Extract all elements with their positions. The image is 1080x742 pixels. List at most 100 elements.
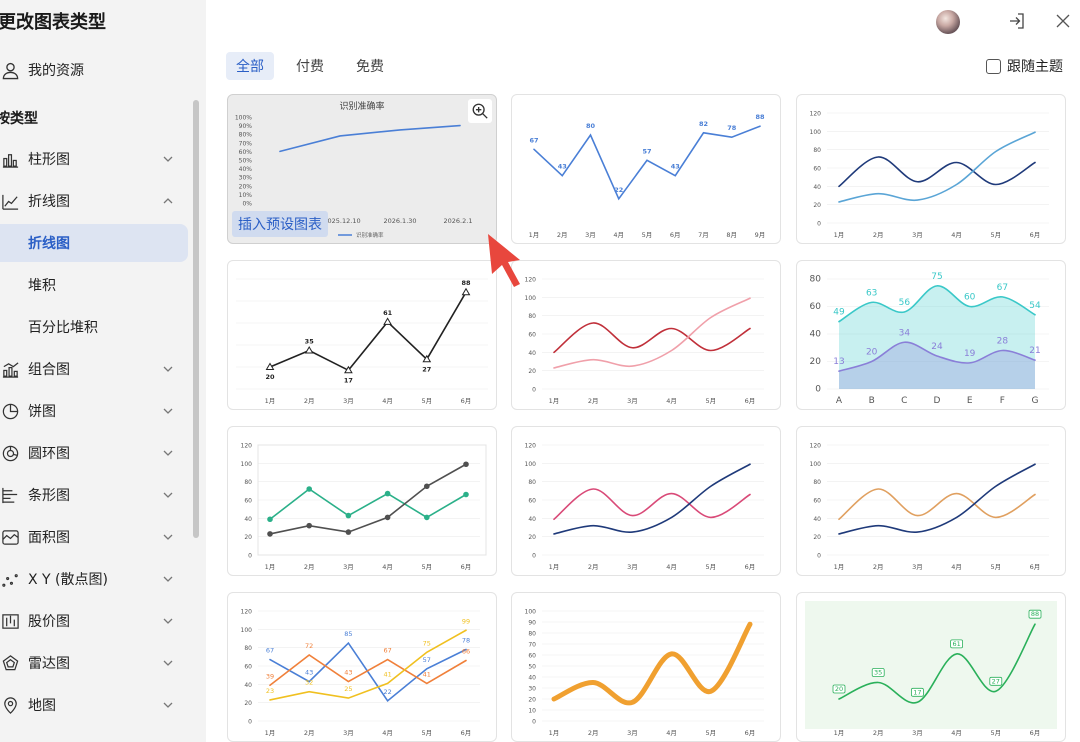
x-tick-label: 4月 xyxy=(382,397,393,405)
follow-theme-label: 跟随主题 xyxy=(1007,59,1063,75)
chart-template-card[interactable]: 100 90 80 70 60 50 40 30 20 10 0 1月 2月 3月 4月 5月 6月 xyxy=(511,592,781,742)
avatar[interactable] xyxy=(936,10,960,34)
sidebar-category-map-pin[interactable]: 地图 xyxy=(0,687,188,723)
x-tick-label: 7月 xyxy=(698,231,709,239)
chart-template-card[interactable]: 120 100 80 60 40 20 0 1月 2月 3月 4月 5月 6月 67 43 85 22 57 78 3… xyxy=(227,592,497,742)
x-tick-label: 2月 xyxy=(873,563,884,571)
zoom-in-icon[interactable] xyxy=(468,99,492,123)
x-tick-label: 3月 xyxy=(912,563,923,571)
data-label: 28 xyxy=(997,337,1009,347)
chart-template-card[interactable]: 120 100 80 60 40 20 0 1月 2月 3月 4月 5月 6月 xyxy=(796,94,1066,244)
chevron-down-icon[interactable] xyxy=(162,531,174,543)
chart-template-card[interactable]: 1月 2月 3月 4月 5月 6月 20 35 17 61 27 88 xyxy=(796,592,1066,742)
sidebar-category-combo-chart[interactable]: 组合图 xyxy=(0,351,188,387)
y-tick-label: 20 xyxy=(810,357,822,367)
chevron-up-icon[interactable] xyxy=(162,195,174,207)
sidebar-category-donut-chart[interactable]: 圆环图 xyxy=(0,435,188,471)
x-tick-label: 2月 xyxy=(304,729,315,737)
y-tick-label: 60 xyxy=(244,498,252,505)
sidebar-category-stock-chart[interactable]: 股价图 xyxy=(0,603,188,639)
sidebar-scrollbar[interactable] xyxy=(193,100,199,538)
data-point xyxy=(461,287,471,296)
follow-theme-toggle[interactable]: 跟随主题 xyxy=(986,56,1063,76)
data-label: 61 xyxy=(383,309,393,317)
sidebar: 更改图表类型 我的资源 按类型 柱形图 折线图 折线图 堆积 百分比堆积 组合图 饼图 圆环图… xyxy=(0,0,206,742)
tab-paid[interactable]: 付费 xyxy=(286,52,334,80)
x-tick-label: 1月 xyxy=(549,397,560,405)
chevron-down-icon[interactable] xyxy=(162,489,174,501)
chart-template-card[interactable]: 1月 2月 3月 4月 5月 6月 7月 8月 9月 67 43 80 22 57 43 82 78 88 xyxy=(511,94,781,244)
chevron-down-icon[interactable] xyxy=(162,699,174,711)
chevron-down-icon[interactable] xyxy=(162,405,174,417)
data-label: 22 xyxy=(614,186,623,194)
y-tick-label: 80 xyxy=(528,479,536,486)
data-point xyxy=(304,346,314,354)
exit-icon[interactable] xyxy=(1006,10,1028,32)
sidebar-category-bar-chart[interactable]: 柱形图 xyxy=(0,141,188,177)
chart-title: 识别准确率 xyxy=(339,100,384,112)
tab-all[interactable]: 全部 xyxy=(226,52,274,80)
x-tick-label: 4月 xyxy=(666,729,677,737)
tab-free[interactable]: 免费 xyxy=(346,52,394,80)
series-line xyxy=(838,131,1036,203)
data-label: 88 xyxy=(461,279,471,287)
data-label: 34 xyxy=(899,328,911,338)
my-resources-item[interactable]: 我的资源 xyxy=(0,52,188,88)
chart-template-card[interactable]: 120 100 80 60 40 20 0 1月 2月 3月 4月 5月 6月 xyxy=(511,260,781,410)
y-tick-label: 100 xyxy=(241,627,253,634)
sidebar-category-pie-chart[interactable]: 饼图 xyxy=(0,393,188,429)
chevron-down-icon[interactable] xyxy=(162,615,174,627)
chart-template-card[interactable]: 1月 2月 3月 4月 5月 6月 20 35 17 61 27 88 xyxy=(227,260,497,410)
y-tick-label: 40 xyxy=(810,330,822,340)
y-tick-label: 60 xyxy=(244,664,252,671)
sidebar-category-scatter-chart[interactable]: X Y (散点图) xyxy=(0,561,188,597)
close-icon[interactable] xyxy=(1052,10,1074,32)
y-tick-label: 100 xyxy=(810,129,822,136)
series-line xyxy=(533,125,761,201)
x-tick-label: 6月 xyxy=(461,397,472,405)
x-tick-label: 2025.12.10 xyxy=(323,217,360,225)
y-tick-label: 100 xyxy=(810,461,822,468)
sidebar-category-radar-chart[interactable]: 雷达图 xyxy=(0,645,188,681)
x-tick-label: 5月 xyxy=(705,729,716,737)
y-tick-label: 120 xyxy=(241,443,253,450)
chart-preview: 120 100 80 60 40 20 0 1月 2月 3月 4月 5月 6月 xyxy=(241,443,487,571)
chevron-down-icon[interactable] xyxy=(162,573,174,585)
follow-theme-checkbox[interactable] xyxy=(986,58,1001,74)
chart-template-card[interactable]: 120 100 80 60 40 20 0 1月 2月 3月 4月 5月 6月 xyxy=(227,426,497,576)
data-label: 19 xyxy=(964,349,976,359)
sidebar-category-horizontal-bar[interactable]: 条形图 xyxy=(0,477,188,513)
data-label: 66 xyxy=(462,648,470,656)
sidebar-subitem[interactable]: 堆积 xyxy=(0,266,188,304)
chart-template-card[interactable]: 120 100 80 60 40 20 0 1月 2月 3月 4月 5月 6月 xyxy=(511,426,781,576)
insert-preset-chart-button[interactable]: 插入预设图表 xyxy=(232,211,328,237)
chart-preview: 120 100 80 60 40 20 0 1月 2月 3月 4月 5月 6月 xyxy=(525,277,764,405)
chart-template-card[interactable]: 120 100 80 60 40 20 0 1月 2月 3月 4月 5月 6月 xyxy=(796,426,1066,576)
sidebar-subitem[interactable]: 百分比堆积 xyxy=(0,308,188,346)
data-point xyxy=(345,512,352,519)
x-tick-label: 2月 xyxy=(873,231,884,239)
chart-template-card[interactable]: 80 60 40 20 0 A B C D E F G 49 63 56 75 60 67 54 13 20 34 24 19… xyxy=(796,260,1066,410)
chevron-down-icon[interactable] xyxy=(162,447,174,459)
chevron-down-icon[interactable] xyxy=(162,363,174,375)
series-line xyxy=(553,322,751,354)
x-tick-label: 3月 xyxy=(912,231,923,239)
sidebar-category-area-chart[interactable]: 面积图 xyxy=(0,519,188,555)
x-tick-label: 5月 xyxy=(705,563,716,571)
user-icon xyxy=(0,60,20,80)
x-tick-label: 6月 xyxy=(745,729,756,737)
sidebar-subitem[interactable]: 折线图 xyxy=(0,224,188,262)
x-tick-label: 3月 xyxy=(627,563,638,571)
data-label: 75 xyxy=(423,639,431,647)
data-label: 24 xyxy=(931,342,943,352)
sidebar-category-line-chart[interactable]: 折线图 xyxy=(0,183,188,219)
data-label: 88 xyxy=(755,113,765,121)
chevron-down-icon[interactable] xyxy=(162,153,174,165)
chevron-down-icon[interactable] xyxy=(162,657,174,669)
x-tick-label: 2月 xyxy=(588,729,599,737)
data-point xyxy=(267,531,273,537)
donut-chart-icon xyxy=(0,443,20,463)
y-tick-label: 90 xyxy=(528,620,536,627)
my-resources-label: 我的资源 xyxy=(28,63,84,79)
chart-template-card[interactable]: 识别准确率 100% 90% 80% 70% 60% 50% 40% 30% 20% 10% 0% 20… xyxy=(227,94,497,244)
